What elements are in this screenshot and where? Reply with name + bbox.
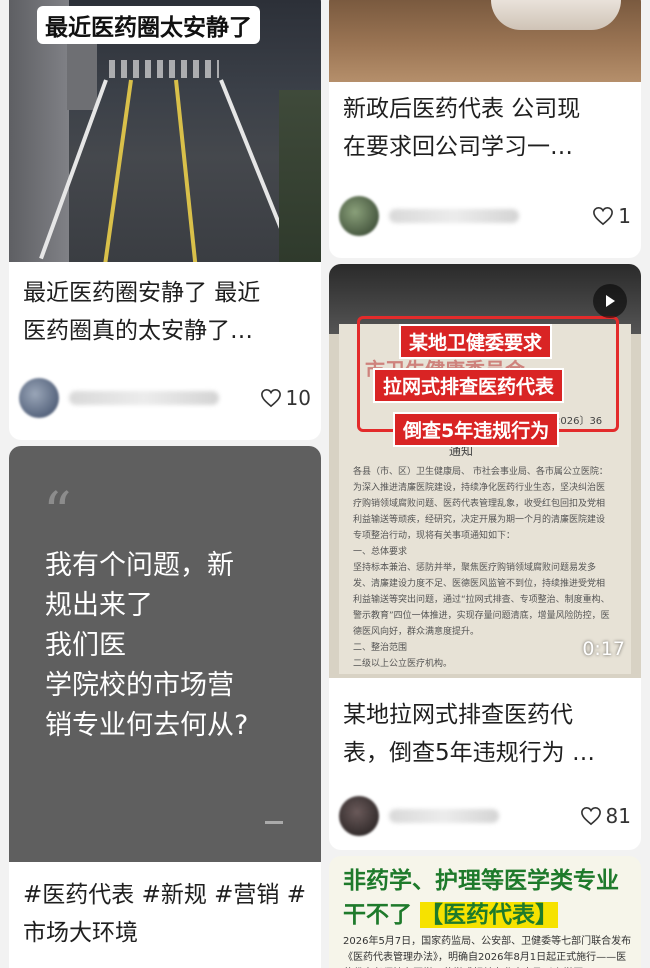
post-title-line: 新政后医药代表 公司现 (343, 96, 581, 122)
video-cover[interactable]: 市卫生健康委员会 发改〔2026〕36 通知 各县（市、区）卫生健康局、 市社会… (329, 264, 641, 678)
heart-icon (593, 206, 614, 226)
quote-line: 销专业何去何从? (45, 710, 249, 741)
post-meta: 10 (19, 378, 311, 418)
play-button[interactable] (593, 284, 627, 318)
headline-line: 干不了 【医药代表】 (343, 898, 633, 932)
quote-text: 我有个问题，新 规出来了 我们医 学院校的市场营 销专业何去何从? (45, 546, 295, 746)
post-title[interactable]: 最近医药圈安静了 最近 医药圈真的太安静了… (9, 274, 274, 350)
heart-icon (580, 806, 601, 826)
author-name-blurred[interactable] (389, 809, 499, 823)
like-count: 1 (618, 204, 631, 228)
post-card-question[interactable]: “ 我有个问题，新 规出来了 我们医 学院校的市场营 销专业何去何从? #医药代… (9, 446, 321, 968)
crosswalk (109, 60, 219, 78)
post-cover-quote[interactable]: “ 我有个问题，新 规出来了 我们医 学院校的市场营 销专业何去何从? (9, 446, 321, 862)
quote-icon: “ (43, 481, 72, 546)
headline-line: 非药学、护理等医学类专业 (343, 868, 619, 894)
post-title-line: 表，倒查5年违规行为 … (343, 740, 595, 766)
avatar[interactable] (19, 378, 59, 418)
quote-line: 学院校的市场营 (45, 670, 234, 701)
post-cover-image[interactable] (329, 0, 641, 82)
post-cover-headline: 非药学、护理等医学类专业 干不了 【医药代表】 (343, 864, 633, 932)
post-title-line: 最近医药圈安静了 最近 (23, 280, 261, 306)
video-banner: 倒查5年违规行为 (393, 412, 560, 447)
like-button[interactable]: 1 (592, 204, 631, 228)
like-button[interactable]: 10 (260, 386, 311, 410)
post-card-quiet-pharma[interactable]: 最近医药圈太安静了 最近医药圈安静了 最近 医药圈真的太安静了… 10 (9, 0, 321, 440)
doc-line: 一、总体要求 (353, 547, 408, 557)
hashtag-line: #医药代表 #新规 #营销 # (23, 882, 307, 908)
doc-line: 坚持标本兼治、惩防并举，聚焦医疗购销领域腐败问题易发多发、清廉建设力度不足、医德… (353, 563, 610, 637)
cover-caption: 最近医药圈太安静了 (37, 6, 260, 44)
quote-line: 我们医 (45, 630, 126, 661)
like-button[interactable]: 81 (580, 804, 631, 828)
headline-text: 干不了 (343, 902, 412, 928)
quote-line: 规出来了 (45, 590, 153, 621)
doc-line: 各县（市、区）卫生健康局、 市社会事业局、各市属公立医院： (353, 467, 608, 477)
lane-marking (102, 79, 133, 262)
quote-dash (265, 821, 283, 824)
like-count: 10 (285, 386, 311, 410)
hashtag-line: 市场大环境 (23, 920, 138, 946)
heart-icon (260, 388, 281, 408)
post-title-line: 某地拉网式排查医药代 (343, 702, 573, 728)
post-card-new-policy[interactable]: 新政后医药代表 公司现 在要求回公司学习一… 1 (329, 0, 641, 258)
author-name-blurred[interactable] (69, 391, 219, 405)
post-title-line: 在要求回公司学习一… (343, 134, 573, 160)
quote-line: 我有个问题，新 (45, 550, 234, 581)
post-hashtags[interactable]: #医药代表 #新规 #营销 # 市场大环境 (23, 876, 306, 952)
post-meta: 81 (339, 796, 631, 836)
post-meta: 1 (339, 196, 631, 236)
document-body: 各县（市、区）卫生健康局、 市社会事业局、各市属公立医院： 为深入推进清廉医院建… (353, 464, 613, 672)
post-cover-image[interactable]: 最近医药圈太安静了 (9, 0, 321, 262)
post-card-video-investigation[interactable]: 市卫生健康委员会 发改〔2026〕36 通知 各县（市、区）卫生健康局、 市社会… (329, 264, 641, 850)
post-title-line: 医药圈真的太安静了… (23, 318, 253, 344)
cat-paw (491, 0, 621, 30)
doc-line: 为深入推进清廉医院建设，持续净化医药行业生态，坚决纠治医疗购销领域腐败问题、医药… (353, 483, 606, 541)
post-title[interactable]: 新政后医药代表 公司现 在要求回公司学习一… (329, 90, 594, 166)
author-name-blurred[interactable] (389, 209, 519, 223)
avatar[interactable] (339, 196, 379, 236)
doc-line: 二级以上公立医疗机构。 (353, 659, 453, 669)
pillar (67, 40, 97, 110)
lane-marking (174, 79, 198, 262)
post-card-major-requirement[interactable]: 非药学、护理等医学类专业 干不了 【医药代表】 2026年5月7日，国家药监局、… (329, 856, 641, 968)
like-count: 81 (605, 804, 631, 828)
post-title[interactable]: 某地拉网式排查医药代 表，倒查5年违规行为 … (329, 696, 609, 772)
video-banner: 拉网式排查医药代表 (373, 368, 565, 403)
roadside-trees (279, 90, 321, 262)
avatar[interactable] (339, 796, 379, 836)
headline-highlight: 【医药代表】 (420, 902, 559, 928)
video-duration: 0:17 (582, 638, 625, 660)
doc-line: 二、整治范围 (353, 643, 408, 653)
post-cover-body: 2026年5月7日，国家药监局、公安部、卫健委等七部门联合发布《医药代表管理办法… (343, 936, 632, 963)
video-banner: 某地卫健委要求 (399, 324, 553, 359)
play-icon (606, 295, 615, 307)
